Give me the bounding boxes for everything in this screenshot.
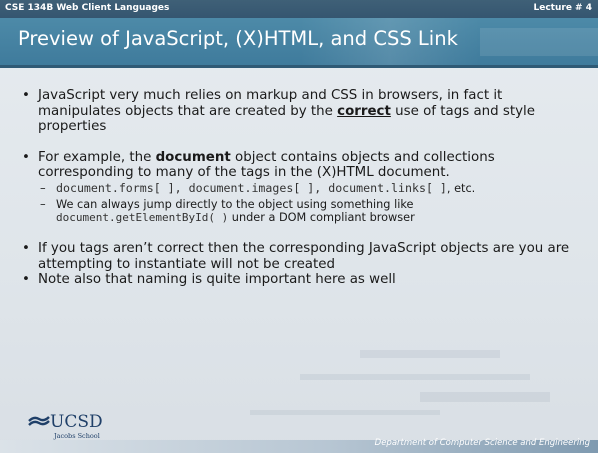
bullet-dot: • (22, 272, 30, 288)
slide-title: Preview of JavaScript, (X)HTML, and CSS … (18, 27, 458, 50)
top-header-bar: CSE 134B Web Client Languages Lecture # … (0, 0, 598, 18)
bullet-dot: • (22, 88, 30, 103)
bullet-item: • If you tags aren’t correct then the co… (22, 240, 570, 272)
sub-bullet-dash: – (40, 197, 46, 211)
sub-bullet-item: – document.forms[ ], document.images[ ],… (40, 180, 476, 195)
bullet-item: • Note also that naming is quite importa… (22, 272, 396, 288)
ucsd-logo: UCSD Jacobs School (28, 412, 138, 442)
wave-icon (28, 416, 50, 426)
emphasized-term: correct (337, 103, 391, 119)
title-bar: Preview of JavaScript, (X)HTML, and CSS … (0, 18, 598, 65)
bullet-item: • JavaScript very much relies on markup … (22, 88, 536, 135)
course-label: CSE 134B Web Client Languages (5, 3, 170, 13)
title-decoration (480, 28, 598, 56)
title-divider (0, 65, 598, 68)
footer-department: Department of Computer Science and Engin… (374, 438, 590, 448)
slide: CSE 134B Web Client Languages Lecture # … (0, 0, 598, 453)
bullet-dot: • (22, 240, 30, 256)
code-snippet: document.forms[ ], document.images[ ], d… (56, 180, 447, 195)
lecture-number: Lecture # 4 (533, 3, 593, 13)
logo-wordmark: UCSD (50, 412, 103, 432)
emphasized-term: document (155, 149, 231, 165)
bullet-item: • For example, the document object conta… (22, 149, 495, 181)
logo-subtitle: Jacobs School (54, 432, 100, 440)
sub-bullet-item: – We can always jump directly to the obj… (40, 197, 415, 224)
sub-bullet-dash: – (40, 181, 46, 195)
bullet-dot: • (22, 149, 30, 165)
slide-content: • JavaScript very much relies on markup … (22, 88, 587, 288)
code-snippet: document.getElementById( ) (56, 210, 229, 224)
